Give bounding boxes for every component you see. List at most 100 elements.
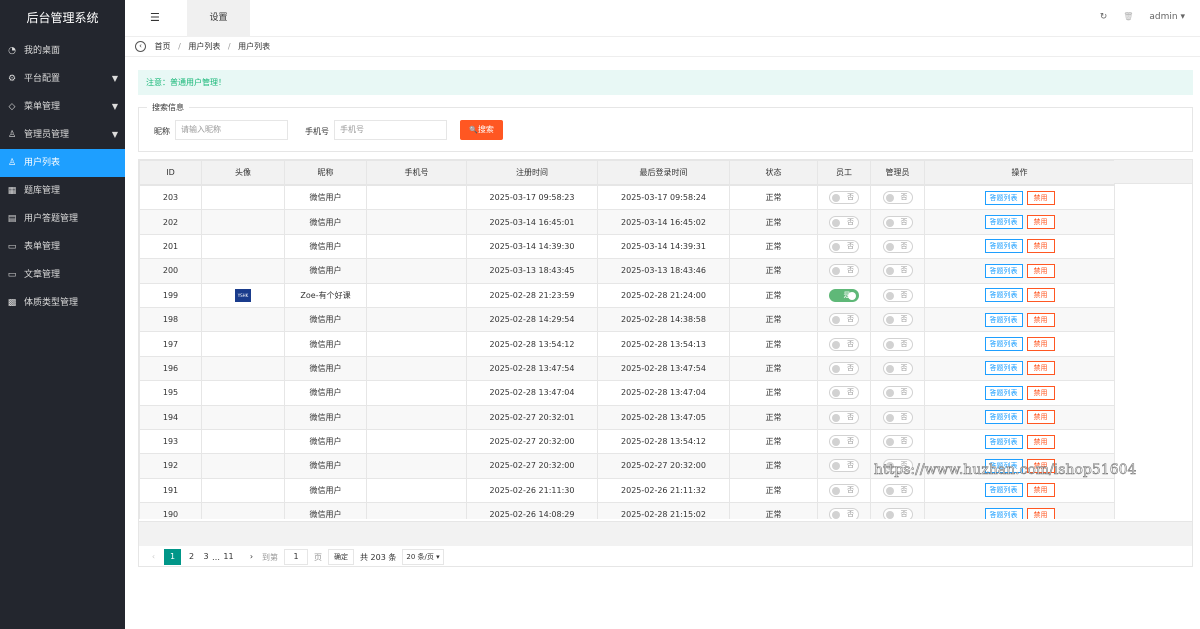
- sidebar-item-3[interactable]: ♙ 管理员管理 ▼: [0, 121, 125, 149]
- staff-toggle[interactable]: 否: [829, 215, 859, 229]
- user-menu[interactable]: admin ▾: [1149, 12, 1185, 22]
- answer-list-button[interactable]: 答题列表: [984, 483, 1023, 498]
- cell-avatar: [201, 404, 285, 430]
- next-page-icon[interactable]: ›: [243, 549, 260, 565]
- menu-toggle-icon[interactable]: ☰: [150, 11, 160, 24]
- ban-button[interactable]: 禁用: [1026, 263, 1055, 278]
- breadcrumb-item-home[interactable]: 首页: [155, 42, 171, 51]
- admin-toggle[interactable]: 否: [882, 386, 913, 400]
- table-row[interactable]: 195 微信用户 2025-02-28 13:47:04 2025-02-28 13:…: [139, 380, 1115, 406]
- sidebar-item-0[interactable]: ◔ 我的桌面: [0, 37, 125, 65]
- admin-toggle[interactable]: 否: [882, 361, 913, 375]
- tab-settings[interactable]: 设置: [187, 0, 250, 37]
- staff-toggle[interactable]: 否: [829, 508, 859, 519]
- search-button-label: 搜索: [477, 125, 494, 134]
- answer-list-button[interactable]: 答题列表: [984, 434, 1023, 449]
- sidebar-item-7[interactable]: ▭ 表单管理: [0, 233, 125, 261]
- trash-icon[interactable]: 🗑: [1123, 12, 1133, 22]
- page-2[interactable]: 2: [183, 549, 200, 565]
- table-row[interactable]: 202 微信用户 2025-03-14 16:45:01 2025-03-14 16:…: [139, 209, 1115, 235]
- staff-toggle[interactable]: 否: [829, 361, 859, 375]
- answer-list-button[interactable]: 答题列表: [984, 507, 1023, 519]
- ban-button[interactable]: 禁用: [1026, 483, 1055, 498]
- sidebar-item-5[interactable]: ▦ 题库管理: [0, 177, 125, 205]
- sidebar-item-1[interactable]: ⚙ 平台配置 ▼: [0, 65, 125, 93]
- sidebar-item-6[interactable]: ▤ 用户答题管理: [0, 205, 125, 233]
- ban-button[interactable]: 禁用: [1026, 385, 1055, 400]
- staff-toggle[interactable]: 否: [829, 337, 859, 351]
- cell-id: 197: [139, 331, 202, 357]
- admin-toggle[interactable]: 否: [882, 191, 913, 205]
- ban-button[interactable]: 禁用: [1026, 190, 1055, 205]
- answer-list-button[interactable]: 答题列表: [984, 337, 1023, 352]
- admin-toggle[interactable]: 否: [882, 239, 913, 253]
- page-1[interactable]: 1: [164, 549, 181, 565]
- admin-toggle[interactable]: 否: [882, 435, 913, 449]
- admin-toggle[interactable]: 否: [882, 215, 913, 229]
- staff-toggle[interactable]: 否: [829, 459, 859, 473]
- table-row[interactable]: 198 微信用户 2025-02-28 14:29:54 2025-02-28 14:…: [139, 306, 1115, 333]
- admin-toggle[interactable]: 否: [882, 288, 913, 302]
- ban-button[interactable]: 禁用: [1026, 239, 1055, 254]
- back-icon[interactable]: ‹: [135, 41, 146, 52]
- page-size-select[interactable]: 20 条/页 ▾: [402, 549, 444, 565]
- answer-list-button[interactable]: 答题列表: [984, 215, 1023, 230]
- table-row[interactable]: 190 微信用户 2025-02-26 14:08:29 2025-02-28 21:…: [139, 502, 1115, 519]
- answer-list-button[interactable]: 答题列表: [984, 385, 1023, 400]
- refresh-icon[interactable]: ↻: [1100, 12, 1108, 22]
- breadcrumb-item-users[interactable]: 用户列表: [188, 42, 220, 51]
- staff-toggle[interactable]: 否: [829, 410, 859, 424]
- answer-list-button[interactable]: 答题列表: [984, 263, 1023, 278]
- table-row[interactable]: 191 微信用户 2025-02-26 21:11:30 2025-02-26 21:…: [139, 477, 1115, 504]
- prev-page-icon[interactable]: ‹: [145, 549, 162, 565]
- staff-toggle[interactable]: 否: [829, 191, 859, 205]
- admin-toggle[interactable]: 否: [882, 337, 913, 351]
- ban-button[interactable]: 禁用: [1026, 337, 1055, 352]
- ban-button[interactable]: 禁用: [1026, 215, 1055, 230]
- table-row[interactable]: 194 微信用户 2025-02-27 20:32:01 2025-02-28 13:…: [139, 404, 1115, 430]
- sidebar-item-9[interactable]: ▩ 体质类型管理: [0, 289, 125, 317]
- admin-toggle[interactable]: 否: [882, 313, 913, 327]
- ban-button[interactable]: 禁用: [1026, 312, 1055, 327]
- goto-confirm-button[interactable]: 确定: [328, 549, 354, 565]
- answer-list-button[interactable]: 答题列表: [984, 239, 1023, 254]
- answer-list-button[interactable]: 答题列表: [984, 312, 1023, 327]
- answer-list-button[interactable]: 答题列表: [984, 190, 1023, 205]
- ban-button[interactable]: 禁用: [1026, 507, 1055, 519]
- ban-button[interactable]: 禁用: [1026, 288, 1055, 303]
- ban-button[interactable]: 禁用: [1026, 410, 1055, 425]
- goto-page-input[interactable]: 1: [284, 549, 308, 565]
- staff-toggle[interactable]: 否: [829, 239, 859, 253]
- staff-toggle[interactable]: 否: [829, 264, 859, 278]
- sidebar-item-2[interactable]: ◇ 菜单管理 ▼: [0, 93, 125, 121]
- answer-list-button[interactable]: 答题列表: [984, 410, 1023, 425]
- admin-toggle[interactable]: 否: [882, 264, 913, 278]
- page-last[interactable]: 11: [220, 549, 237, 565]
- staff-toggle[interactable]: 否: [829, 435, 859, 449]
- nickname-input[interactable]: 请输入昵称: [175, 120, 288, 140]
- table-row[interactable]: 193 微信用户 2025-02-27 20:32:00 2025-02-28 13:…: [139, 428, 1115, 455]
- answer-list-button[interactable]: 答题列表: [984, 288, 1023, 303]
- ban-button[interactable]: 禁用: [1026, 361, 1055, 376]
- staff-toggle[interactable]: 否: [829, 483, 859, 497]
- admin-toggle[interactable]: 否: [882, 483, 913, 497]
- table-row[interactable]: 196 微信用户 2025-02-28 13:47:54 2025-02-28 13:…: [139, 355, 1115, 382]
- search-button[interactable]: 🔍搜索: [460, 120, 503, 140]
- page-3[interactable]: 3: [202, 549, 210, 565]
- column-header: 操作: [924, 160, 1115, 185]
- answer-list-button[interactable]: 答题列表: [984, 361, 1023, 376]
- staff-toggle[interactable]: 否: [829, 386, 859, 400]
- ban-button[interactable]: 禁用: [1026, 434, 1055, 449]
- admin-toggle[interactable]: 否: [882, 410, 913, 424]
- table-row[interactable]: 199 YSHK Zoe-有个好课 2025-02-28 21:23:59 2025-0…: [139, 282, 1115, 308]
- staff-toggle[interactable]: 否: [829, 313, 859, 327]
- table-row[interactable]: 200 微信用户 2025-03-13 18:43:45 2025-03-13 18:…: [139, 258, 1115, 284]
- sidebar-item-4[interactable]: ♙ 用户列表: [0, 149, 125, 177]
- table-row[interactable]: 197 微信用户 2025-02-28 13:54:12 2025-02-28 13:…: [139, 331, 1115, 357]
- staff-toggle[interactable]: 是: [829, 288, 859, 302]
- table-row[interactable]: 201 微信用户 2025-03-14 14:39:30 2025-03-14 14:…: [139, 233, 1115, 260]
- phone-input[interactable]: 手机号: [334, 120, 447, 140]
- sidebar-item-8[interactable]: ▭ 文章管理: [0, 261, 125, 289]
- admin-toggle[interactable]: 否: [882, 508, 913, 519]
- table-row[interactable]: 203 微信用户 2025-03-17 09:58:23 2025-03-17 09:…: [139, 185, 1115, 211]
